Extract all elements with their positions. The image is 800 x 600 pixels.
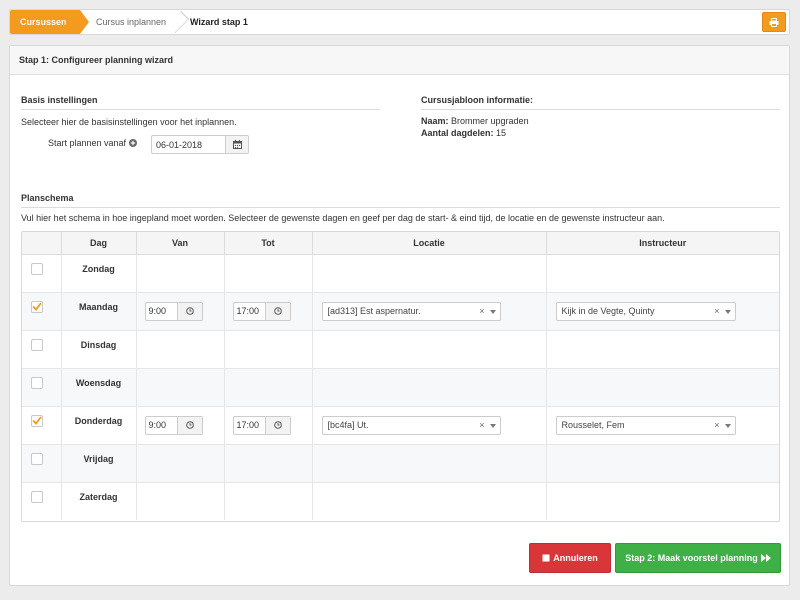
naam-label: Naam: [421, 116, 449, 126]
clear-icon[interactable]: × [479, 420, 484, 430]
dagdelen-label: Aantal dagdelen: [421, 128, 494, 138]
wizard-panel: Stap 1: Configureer planning wizard Basi… [9, 45, 790, 586]
header-locatie: Locatie [312, 232, 547, 255]
clock-icon [185, 307, 194, 315]
locatie-value: [bc4fa] Ut. [327, 420, 369, 430]
table-row: Maandag [ad313] Est aspernatur. × [22, 292, 779, 331]
table-row: Zaterdag [22, 482, 779, 520]
checkmark-icon [32, 416, 42, 425]
breadcrumb-separator [166, 10, 190, 34]
clear-icon[interactable]: × [479, 306, 484, 316]
table-header: Dag Van Tot Locatie Instructeur [22, 232, 779, 255]
info-title: Cursusjabloon informatie: [421, 95, 780, 110]
day-checkbox[interactable] [31, 452, 43, 465]
header-instructeur: Instructeur [546, 232, 779, 255]
day-checkbox[interactable] [31, 300, 43, 313]
van-time-field[interactable] [144, 301, 203, 321]
clear-icon[interactable]: × [714, 306, 719, 316]
day-label: Woensdag [61, 368, 137, 407]
dagdelen-value: 15 [496, 128, 507, 138]
day-checkbox[interactable] [31, 338, 43, 351]
clock-icon [273, 307, 282, 315]
table-row: Donderdag [bc4fa] Ut. × [22, 406, 779, 445]
tot-time-input[interactable] [233, 416, 265, 434]
clock-icon [185, 421, 194, 429]
tot-time-input[interactable] [233, 302, 265, 320]
schema-title: Planschema [21, 193, 780, 208]
naam-value: Brommer upgraden [451, 116, 529, 126]
van-time-field[interactable] [144, 415, 203, 435]
clock-button[interactable] [264, 416, 290, 434]
next-step-button-label: Stap 2: Maak voorstel planning [625, 553, 758, 563]
fast-forward-icon [760, 554, 771, 562]
instructeur-select[interactable]: Rousselet, Fem × [555, 415, 736, 435]
header-dag: Dag [61, 232, 137, 255]
header-checkbox [22, 232, 62, 255]
chevron-down-icon[interactable] [724, 423, 731, 428]
info-naam: Naam: Brommer upgraden [421, 116, 529, 126]
table-row: Dinsdag [22, 330, 779, 369]
day-label: Zaterdag [61, 482, 137, 520]
chevron-down-icon[interactable] [724, 309, 731, 314]
instructeur-select[interactable]: Kijk in de Vegte, Quinty × [555, 301, 736, 321]
tot-time-field[interactable] [232, 301, 291, 321]
day-label: Donderdag [61, 406, 137, 445]
cancel-button[interactable]: Annuleren [529, 543, 611, 573]
instructeur-value: Rousselet, Fem [561, 420, 625, 430]
table-row: Vrijdag [22, 444, 779, 483]
breadcrumb-cursussen[interactable]: Cursussen [10, 10, 80, 34]
van-time-input[interactable] [145, 416, 177, 434]
clock-button[interactable] [176, 416, 202, 434]
clear-icon[interactable]: × [714, 420, 719, 430]
locatie-select[interactable]: [bc4fa] Ut. × [321, 415, 501, 435]
clock-icon [273, 421, 282, 429]
breadcrumb: Cursussen Cursus inplannen Wizard stap 1 [9, 9, 790, 35]
day-label: Vrijdag [61, 444, 137, 483]
basis-title: Basis instellingen [21, 95, 380, 110]
start-label: Start plannen vanaf [48, 138, 137, 148]
print-button[interactable] [762, 12, 786, 32]
clock-button[interactable] [264, 302, 290, 320]
schema-table: Dag Van Tot Locatie Instructeur Zondag M… [21, 231, 780, 522]
checkmark-icon [32, 302, 42, 311]
chevron-down-icon[interactable] [489, 423, 496, 428]
header-van: Van [136, 232, 225, 255]
calendar-icon [232, 140, 242, 149]
locatie-value: [ad313] Est aspernatur. [327, 306, 421, 316]
basis-description: Selecteer hier de basisinstellingen voor… [21, 117, 237, 127]
day-checkbox[interactable] [31, 376, 43, 389]
panel-title: Stap 1: Configureer planning wizard [10, 46, 789, 75]
plus-circle-icon[interactable] [128, 139, 137, 147]
next-step-button[interactable]: Stap 2: Maak voorstel planning [615, 543, 781, 573]
info-dagdelen: Aantal dagdelen: 15 [421, 128, 506, 138]
table-row: Woensdag [22, 368, 779, 407]
day-checkbox[interactable] [31, 490, 43, 503]
table-row: Zondag [22, 254, 779, 293]
tot-time-field[interactable] [232, 415, 291, 435]
cancel-button-label: Annuleren [553, 553, 598, 563]
day-label: Zondag [61, 254, 137, 293]
chevron-down-icon[interactable] [489, 309, 496, 314]
day-checkbox[interactable] [31, 414, 43, 427]
stop-icon [542, 554, 550, 562]
day-label: Dinsdag [61, 330, 137, 369]
day-checkbox[interactable] [31, 262, 43, 275]
start-date-input[interactable] [152, 136, 225, 153]
instructeur-value: Kijk in de Vegte, Quinty [561, 306, 655, 316]
header-tot: Tot [224, 232, 313, 255]
breadcrumb-wizard-stap-1: Wizard stap 1 [190, 17, 248, 27]
start-label-text: Start plannen vanaf [48, 138, 127, 148]
printer-icon [769, 17, 779, 27]
start-date-field[interactable] [151, 135, 249, 154]
breadcrumb-arrow [80, 10, 89, 34]
locatie-select[interactable]: [ad313] Est aspernatur. × [321, 301, 501, 321]
calendar-button[interactable] [225, 136, 248, 153]
clock-button[interactable] [176, 302, 202, 320]
day-label: Maandag [61, 292, 137, 331]
van-time-input[interactable] [145, 302, 177, 320]
breadcrumb-cursus-inplannen[interactable]: Cursus inplannen [96, 10, 166, 34]
schema-description: Vul hier het schema in hoe ingepland moe… [21, 213, 665, 223]
